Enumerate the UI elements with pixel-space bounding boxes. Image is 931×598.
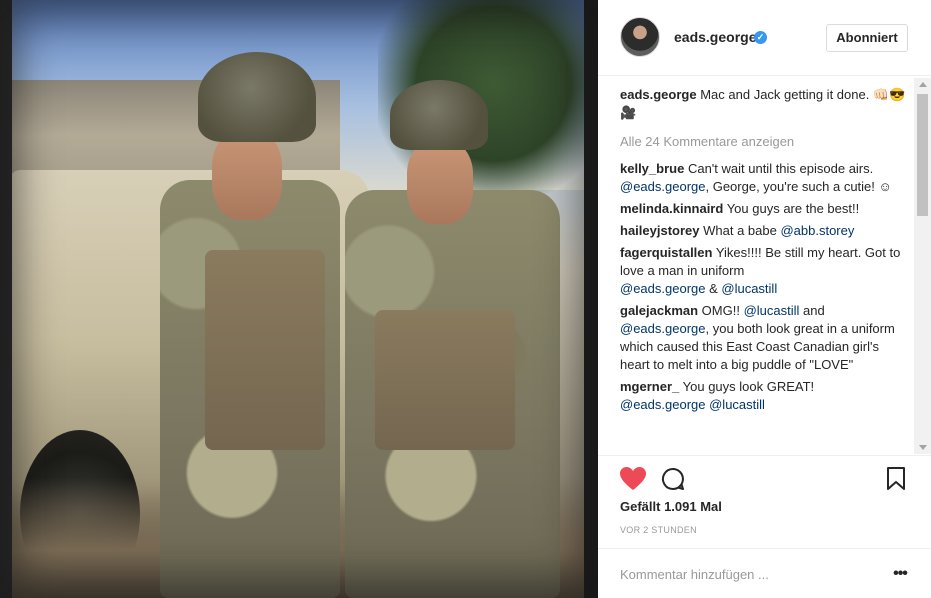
comments-scrollbar[interactable] [914, 78, 931, 454]
post-timestamp[interactable]: VOR 2 STUNDEN [620, 525, 697, 535]
comment-text: What a babe [703, 223, 777, 238]
scroll-up-arrow-icon[interactable] [919, 82, 927, 87]
comment-username[interactable]: mgerner_ [620, 379, 679, 394]
comment-text: You guys look GREAT! [682, 379, 815, 394]
post-actions [598, 455, 931, 503]
bookmark-icon[interactable] [886, 467, 906, 491]
comment-username[interactable]: melinda.kinnaird [620, 201, 723, 216]
scrollbar-thumb[interactable] [917, 94, 928, 216]
comment-username[interactable]: kelly_brue [620, 161, 684, 176]
scroll-down-arrow-icon[interactable] [919, 445, 927, 450]
likes-count[interactable]: Gefällt 1.091 Mal [620, 499, 722, 514]
comment-mention[interactable]: @eads.george [620, 397, 705, 412]
comment-mention[interactable]: @abb.storey [780, 223, 854, 238]
comment-mention[interactable]: @lucastill [744, 303, 800, 318]
avatar[interactable] [620, 17, 660, 57]
comment-mention[interactable]: @lucastill [709, 397, 765, 412]
comments-list[interactable]: eads.george Mac and Jack getting it done… [620, 86, 910, 454]
comment-input[interactable] [620, 563, 870, 585]
post-side-panel: eads.george ✓ Abonniert eads.george Mac … [598, 0, 931, 598]
photo-soldier-left [150, 50, 350, 598]
comment-text: & [705, 281, 722, 296]
speech-bubble-icon[interactable] [661, 467, 685, 491]
comment-mention[interactable]: @eads.george [620, 321, 705, 336]
comment-item: mgerner_ You guys look GREAT! @eads.geor… [620, 378, 910, 414]
comment-item: kelly_brue Can't wait until this episode… [620, 160, 910, 196]
header-username[interactable]: eads.george [674, 29, 756, 45]
following-button[interactable]: Abonniert [826, 24, 908, 52]
comment-text: Can't wait until this episode airs. [687, 161, 874, 176]
verified-badge-icon: ✓ [754, 31, 767, 44]
photo-soldier-right [335, 80, 565, 598]
photo-frame-right [584, 0, 598, 598]
view-all-comments-link[interactable]: Alle 24 Kommentare anzeigen [620, 133, 910, 151]
comment-text: OMG!! [701, 303, 740, 318]
comment-item: galejackman OMG!! @lucastill and @eads.g… [620, 302, 910, 374]
comment-mention[interactable]: @eads.george [620, 281, 705, 296]
comment-item: haileyjstorey What a babe @abb.storey [620, 222, 910, 240]
comment-item: melinda.kinnaird You guys are the best!! [620, 200, 910, 218]
post-photo[interactable] [0, 0, 598, 598]
comment-username[interactable]: haileyjstorey [620, 223, 700, 238]
comment-text: and [799, 303, 825, 318]
comment-mention[interactable]: @eads.george [620, 179, 705, 194]
comment-item: fagerquistallen Yikes!!!! Be still my he… [620, 244, 910, 298]
comment-username[interactable]: galejackman [620, 303, 698, 318]
caption: eads.george Mac and Jack getting it done… [620, 86, 910, 122]
photo-frame-left [0, 0, 12, 598]
more-options-button[interactable]: ••• [888, 563, 912, 585]
post-header: eads.george ✓ Abonniert [598, 0, 931, 76]
caption-username[interactable]: eads.george [620, 87, 697, 102]
heart-icon[interactable] [620, 467, 646, 491]
comment-text: , George, you're such a cutie! ☺ [705, 179, 892, 194]
comment-mention[interactable]: @lucastill [721, 281, 777, 296]
comment-text: You guys are the best!! [726, 201, 860, 216]
add-comment-section: ••• [598, 548, 931, 598]
comment-username[interactable]: fagerquistallen [620, 245, 712, 260]
